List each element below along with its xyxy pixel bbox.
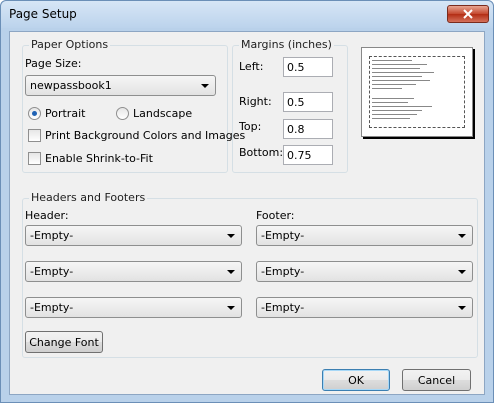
header-select-value: -Empty-: [30, 265, 74, 278]
header-label: Header:: [25, 209, 69, 222]
preview-text-line: [372, 110, 422, 111]
right-margin-field[interactable]: [283, 92, 333, 112]
chevron-down-icon: [458, 270, 466, 274]
portrait-radio[interactable]: [28, 107, 41, 120]
preview-text-line: [372, 76, 422, 77]
margins-title: Margins (inches): [239, 38, 334, 51]
right-margin-label: Right:: [239, 95, 272, 108]
page-setup-dialog: Page Setup Paper Options Page Size: newp…: [0, 0, 494, 403]
preview-text-line: [372, 60, 412, 61]
landscape-radio[interactable]: [116, 107, 129, 120]
footer-select-value: -Empty-: [261, 229, 305, 242]
top-margin-label: Top:: [239, 120, 262, 133]
chevron-down-icon: [227, 270, 235, 274]
footer-label: Footer:: [256, 209, 295, 222]
bottom-margin-field[interactable]: [283, 145, 333, 165]
print-background-checkbox[interactable]: [28, 129, 41, 142]
chevron-down-icon: [458, 234, 466, 238]
title-bar: Page Setup: [1, 1, 493, 28]
preview-text-line: [372, 72, 434, 73]
header-select-2[interactable]: -Empty-: [25, 261, 242, 282]
header-select-1[interactable]: -Empty-: [25, 225, 242, 246]
preview-text-line: [372, 68, 420, 69]
page-preview: [361, 47, 473, 137]
margins-group: Margins (inches) Left: Right: Top: Botto…: [232, 38, 348, 173]
left-margin-label: Left:: [239, 60, 264, 73]
page-size-value: newpassbook1: [30, 79, 112, 92]
footer-select-3[interactable]: -Empty-: [256, 297, 473, 318]
paper-options-title: Paper Options: [29, 38, 111, 51]
preview-text-line: [372, 98, 414, 99]
page-size-label: Page Size:: [25, 57, 82, 70]
dialog-body: Paper Options Page Size: newpassbook1 Po…: [9, 31, 485, 395]
close-button[interactable]: [447, 5, 489, 23]
chevron-down-icon: [201, 84, 209, 88]
preview-text-line: [372, 106, 432, 107]
chevron-down-icon: [227, 234, 235, 238]
cancel-button[interactable]: Cancel: [402, 369, 471, 391]
preview-text-line: [372, 88, 402, 89]
window-title: Page Setup: [9, 7, 77, 21]
header-select-value: -Empty-: [30, 301, 74, 314]
preview-text-line: [372, 84, 416, 85]
headers-footers-group: Headers and Footers Header: Footer: -Emp…: [22, 191, 478, 358]
footer-select-value: -Empty-: [261, 301, 305, 314]
header-select-value: -Empty-: [30, 229, 74, 242]
bottom-margin-label: Bottom:: [239, 146, 284, 159]
change-font-button[interactable]: Change Font: [25, 331, 103, 353]
left-margin-field[interactable]: [283, 57, 333, 77]
preview-text-line: [372, 118, 410, 119]
landscape-label: Landscape: [133, 107, 193, 120]
ok-button[interactable]: OK: [322, 369, 390, 391]
paper-options-group: Paper Options Page Size: newpassbook1 Po…: [22, 38, 245, 173]
close-icon: [463, 9, 473, 19]
shrink-to-fit-checkbox[interactable]: [28, 152, 41, 165]
preview-text-line: [372, 80, 430, 81]
chevron-down-icon: [458, 306, 466, 310]
headers-footers-title: Headers and Footers: [29, 191, 148, 204]
preview-text-line: [372, 114, 417, 115]
print-background-label: Print Background Colors and Images: [45, 129, 246, 142]
header-select-3[interactable]: -Empty-: [25, 297, 242, 318]
portrait-label: Portrait: [45, 107, 86, 120]
page-size-select[interactable]: newpassbook1: [25, 75, 216, 96]
top-margin-field[interactable]: [283, 119, 333, 139]
footer-select-value: -Empty-: [261, 265, 305, 278]
preview-text-line: [372, 64, 427, 65]
chevron-down-icon: [227, 306, 235, 310]
footer-select-1[interactable]: -Empty-: [256, 225, 473, 246]
footer-select-2[interactable]: -Empty-: [256, 261, 473, 282]
shrink-to-fit-label: Enable Shrink-to-Fit: [45, 152, 153, 165]
preview-text-line: [372, 102, 408, 103]
